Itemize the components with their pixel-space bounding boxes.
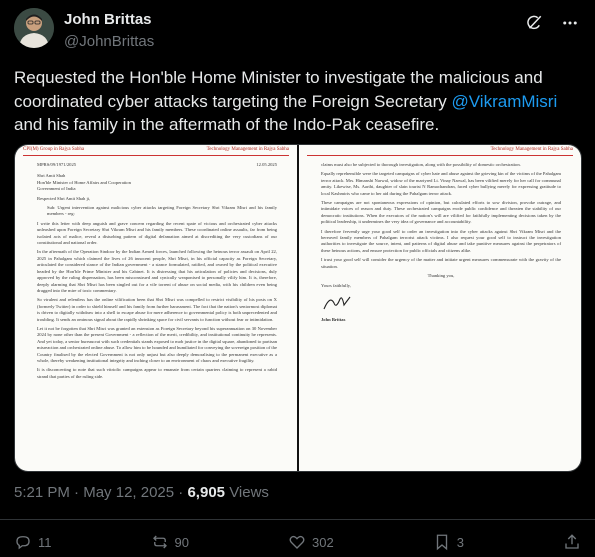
tweet-time[interactable]: 5:21 PM [14,484,70,501]
letter-body-left: MPRS/09/1971/2025 12.05.2025 Shri Amit S… [15,156,297,380]
heart-icon [289,535,305,549]
letter-paragraph: These campaigns are not spontaneous expr… [321,200,561,225]
share-icon [565,534,579,549]
thanking-line: Thanking you, [427,273,455,279]
like-count: 302 [312,534,334,550]
signature-image [323,296,351,310]
bookmark-button[interactable]: 3 [433,533,464,551]
letterhead: CPI(M) Group in Rajya Sabha Technology M… [15,145,297,153]
divider [0,519,595,520]
letterhead-right: Technology Management in Rajya Sabha [490,147,573,152]
letter-paragraph: I write this letter with deep anguish an… [37,220,277,246]
reply-icon [16,536,30,550]
views-label: Views [229,484,269,501]
author-name[interactable]: John Brittas [64,10,154,29]
letter-page-left[interactable]: CPI(M) Group in Rajya Sabha Technology M… [15,145,297,471]
letter-paragraph: I therefore fervently urge your good sel… [321,228,561,253]
letter-page-right[interactable]: Technology Management in Rajya Sabha cla… [299,145,581,471]
author-handle[interactable]: @JohnBrittas [64,32,154,51]
letter-paragraph: In the aftermath of the Operation Sindoo… [37,249,277,293]
bookmark-icon [436,534,447,551]
letter-ref: MPRS/09/1971/2025 [37,162,77,167]
repost-count: 90 [174,534,189,550]
letter-paragraph: Let it not be forgotten that Shri Misri … [37,325,277,363]
letter-paragraph: So virulent and relentless has the onlin… [37,297,277,322]
letter-body-right: claims must also be subjected to thoroug… [299,156,581,324]
letter-date: 12.05.2025 [256,162,277,167]
letterhead: Technology Management in Rajya Sabha [299,145,581,153]
tweet-text: Requested the Hon'ble Home Minister to i… [14,66,582,137]
action-bar: 11 90 302 3 [14,533,581,551]
views-count: 6,905 [187,484,226,501]
letter-paragraph: It is disconcerting to note that such vi… [37,367,277,379]
ref-row: MPRS/09/1971/2025 12.05.2025 [37,162,277,168]
like-button[interactable]: 302 [288,533,334,551]
mention-link[interactable]: @VikramMisri [452,92,558,111]
subject-line: Sub: Urgent intervention against malicio… [47,205,277,217]
signatory-name: John Brittas [321,317,346,323]
tweet-text-end: and his family in the aftermath of the I… [14,115,440,134]
grok-icon[interactable] [523,12,545,34]
meta-separator: · [74,484,80,501]
tweet-meta: 5:21 PM · May 12, 2025 · 6,905 Views [14,484,269,501]
top-actions [523,12,581,34]
reply-count: 11 [38,534,52,550]
avatar-image [14,8,54,48]
letter-paragraph: I trust your good self will consider the… [321,257,561,269]
recipient-org: Government of India [37,186,76,192]
reply-button[interactable]: 11 [14,533,52,551]
meta-separator: · [178,484,184,501]
closing-line: Yours faithfully, [321,282,351,288]
letter-paragraph: claims must also be subjected to thoroug… [321,162,521,167]
tweet-date[interactable]: May 12, 2025 [83,484,174,501]
more-options-icon[interactable] [559,12,581,34]
salutation: Respected Shri Amit Shah ji, [37,195,91,201]
tweet-media[interactable]: CPI(M) Group in Rajya Sabha Technology M… [14,144,582,472]
letterhead-left: CPI(M) Group in Rajya Sabha [23,147,85,152]
letterhead-right: Technology Management in Rajya Sabha [206,147,289,152]
share-button[interactable] [563,533,581,551]
letter-paragraph: Equally reprehensible were the targeted … [321,171,561,196]
repost-button[interactable]: 90 [151,533,189,551]
avatar[interactable] [14,8,54,48]
bookmark-count: 3 [456,534,464,550]
repost-icon [152,535,167,549]
author-block: John Brittas @JohnBrittas [64,10,154,51]
